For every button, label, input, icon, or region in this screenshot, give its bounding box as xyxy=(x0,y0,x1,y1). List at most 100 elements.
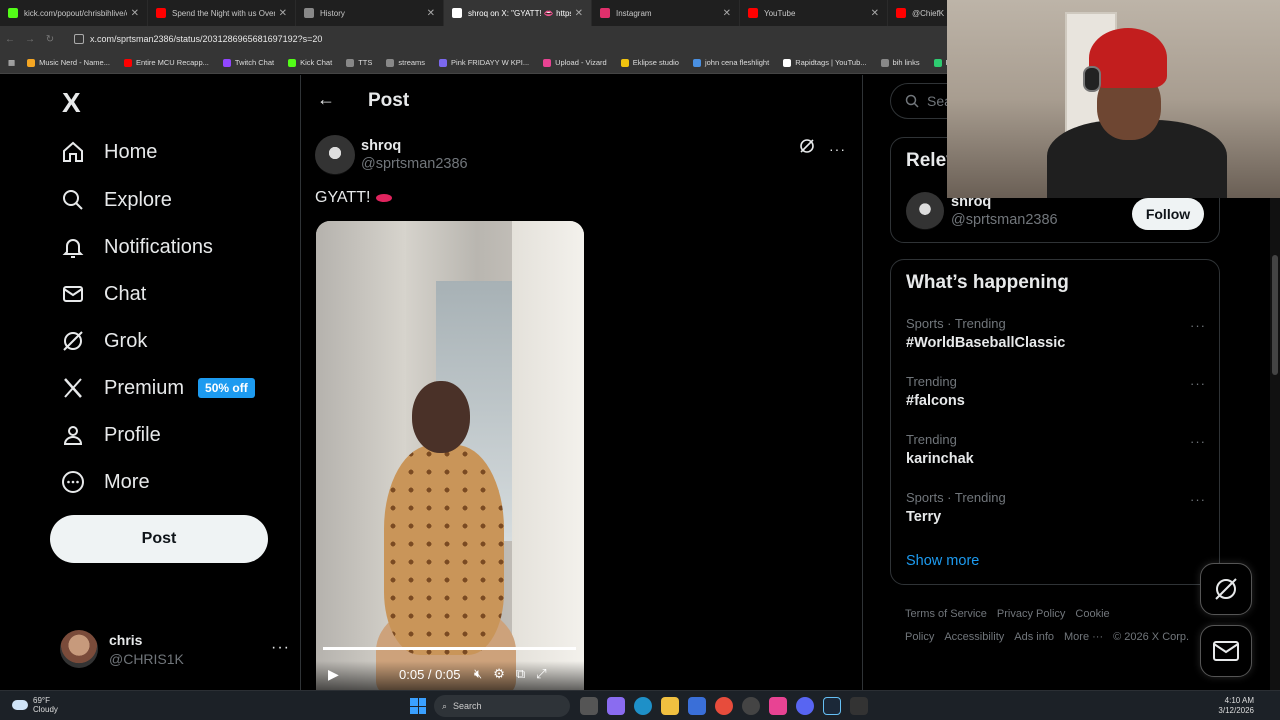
fullscreen-icon[interactable]: ⤢ xyxy=(536,666,546,682)
trend-item[interactable]: Sports · Trending Terry ··· xyxy=(906,490,1206,525)
author-name[interactable]: shroq xyxy=(361,138,468,154)
copilot-icon[interactable] xyxy=(607,697,625,715)
store-icon[interactable] xyxy=(688,697,706,715)
trend-item[interactable]: Trending #falcons ··· xyxy=(906,374,1206,409)
show-more-link[interactable]: Show more xyxy=(906,553,979,569)
bookmark-label: john cena fleshlight xyxy=(704,58,770,67)
more-dots-icon[interactable]: ··· xyxy=(1190,434,1206,449)
avatar[interactable] xyxy=(906,192,944,230)
relevant-user-handle[interactable]: @sprtsman2386 xyxy=(951,212,1058,228)
bookmark-item[interactable]: Pink FRIDAYY W KPI... xyxy=(439,58,529,67)
nav-item-grok[interactable]: Grok xyxy=(60,321,147,361)
forward-icon[interactable]: → xyxy=(20,34,40,45)
url-field[interactable]: x.com/sprtsman2386/status/20312869656816… xyxy=(74,34,322,44)
bookmark-item[interactable]: Kick Chat xyxy=(288,58,332,67)
browser-tab[interactable]: kick.com/popout/chrisbihlive/c ✕ xyxy=(0,0,148,26)
mute-icon[interactable]: 🔇︎ xyxy=(474,666,482,682)
follow-button[interactable]: Follow xyxy=(1132,198,1204,230)
bookmark-item[interactable]: Rapidtags | YouTub... xyxy=(783,58,867,67)
bookmark-item[interactable]: Music Nerd - Name... xyxy=(27,58,110,67)
file-explorer-icon[interactable] xyxy=(661,697,679,715)
steam-icon[interactable] xyxy=(823,697,841,715)
grok-float-button[interactable] xyxy=(1200,563,1252,615)
obs-icon[interactable] xyxy=(742,697,760,715)
back-arrow-icon[interactable]: ← xyxy=(317,89,335,110)
nav-item-explore[interactable]: Explore xyxy=(60,180,172,220)
x-icon xyxy=(60,375,86,401)
weather-widget[interactable]: 69°F Cloudy xyxy=(12,696,58,714)
left-navigation: X Home Explore Notifications Chat Grok Premiu… xyxy=(40,75,300,690)
close-icon[interactable]: ✕ xyxy=(723,8,731,19)
close-icon[interactable]: ✕ xyxy=(575,8,583,19)
url-text[interactable]: x.com/sprtsman2386/status/20312869656816… xyxy=(90,34,322,44)
close-icon[interactable]: ✕ xyxy=(871,8,879,19)
bookmark-favicon-icon xyxy=(288,58,297,67)
app-icon[interactable] xyxy=(769,697,787,715)
nav-item-home[interactable]: Home xyxy=(60,132,157,172)
footer-link[interactable]: Terms of Service xyxy=(905,608,987,620)
author-handle[interactable]: @sprtsman2386 xyxy=(361,156,468,172)
footer-link[interactable]: © 2026 X Corp. xyxy=(1113,631,1189,643)
scroll-thumb[interactable] xyxy=(1272,255,1278,375)
bookmark-label: Pink FRIDAYY W KPI... xyxy=(451,58,530,67)
nav-item-chat[interactable]: Chat xyxy=(60,274,146,314)
bookmark-item[interactable]: TTS xyxy=(346,58,372,67)
pip-icon[interactable]: ⧉ xyxy=(516,666,525,682)
video-player[interactable]: ▶ 0:05 / 0:05 🔇︎ ⚙ ⧉ ⤢ xyxy=(316,221,584,690)
bookmark-item[interactable]: Entire MCU Recapp... xyxy=(123,58,209,67)
browser-tab[interactable]: shroq on X: "GYATT! 👄 https:/ ✕ xyxy=(444,0,592,26)
account-switcher[interactable]: chris @CHRIS1K ··· xyxy=(60,627,290,671)
video-progress-bar[interactable] xyxy=(323,647,576,650)
chrome-icon[interactable] xyxy=(715,697,733,715)
windows-start-icon[interactable] xyxy=(410,698,426,714)
author-avatar[interactable] xyxy=(315,135,355,175)
trend-item[interactable]: Sports · Trending #WorldBaseballClassic ··… xyxy=(906,316,1206,351)
footer-link[interactable]: Privacy Policy xyxy=(997,608,1065,620)
discord-icon[interactable] xyxy=(796,697,814,715)
browser-tab[interactable]: Spend the Night with us Overn ✕ xyxy=(148,0,296,26)
footer-link[interactable]: Ads info xyxy=(1014,631,1054,643)
close-icon[interactable]: ✕ xyxy=(427,8,435,19)
task-view-icon[interactable] xyxy=(580,697,598,715)
footer-link[interactable]: Accessibility xyxy=(944,631,1004,643)
nav-item-profile[interactable]: Profile xyxy=(60,415,161,455)
bookmark-item[interactable]: streams xyxy=(386,58,425,67)
messages-float-button[interactable] xyxy=(1200,625,1252,677)
post-author[interactable]: shroq @sprtsman2386 xyxy=(315,135,468,175)
play-icon[interactable]: ▶ xyxy=(328,666,339,683)
close-icon[interactable]: ✕ xyxy=(279,8,287,19)
more-dots-icon[interactable]: ··· xyxy=(1190,318,1206,333)
taskbar-clock[interactable]: 4:10 AM 3/12/2026 xyxy=(1218,696,1254,716)
site-info-icon[interactable] xyxy=(74,34,84,44)
bookmark-item[interactable]: Upload - Vizard xyxy=(543,58,607,67)
post-button[interactable]: Post xyxy=(50,515,268,563)
bookmark-item[interactable]: Eklipse studio xyxy=(620,58,679,67)
browser-tab[interactable]: Instagram ✕ xyxy=(592,0,740,26)
trend-item[interactable]: Trending karinchak ··· xyxy=(906,432,1206,467)
edge-icon[interactable] xyxy=(634,697,652,715)
browser-tab[interactable]: History ✕ xyxy=(296,0,444,26)
bookmark-item[interactable]: bih links xyxy=(880,58,920,67)
video-progress-fill xyxy=(323,647,576,650)
more-dots-icon[interactable]: ··· xyxy=(271,639,290,657)
bookmark-item[interactable]: john cena fleshlight xyxy=(692,58,770,67)
x-logo-icon[interactable]: X xyxy=(62,87,81,119)
app-icon[interactable] xyxy=(850,697,868,715)
browser-tab[interactable]: YouTube ✕ xyxy=(740,0,888,26)
nav-item-premium[interactable]: Premium 50% off xyxy=(60,368,255,408)
back-icon[interactable]: ← xyxy=(0,34,20,45)
reload-icon[interactable]: ↻ xyxy=(40,34,60,45)
grok-icon[interactable] xyxy=(799,138,815,159)
search-icon xyxy=(60,187,86,213)
settings-gear-icon[interactable]: ⚙ xyxy=(493,666,505,682)
close-icon[interactable]: ✕ xyxy=(131,8,139,19)
more-dots-icon[interactable]: ··· xyxy=(829,141,846,157)
more-dots-icon[interactable]: ··· xyxy=(1190,492,1206,507)
apps-icon[interactable]: ▦ xyxy=(8,58,15,67)
nav-item-more[interactable]: More xyxy=(60,462,150,502)
taskbar-search[interactable]: ⌕ Search xyxy=(434,695,570,717)
footer-link[interactable]: More ··· xyxy=(1064,631,1103,643)
bookmark-item[interactable]: Twitch Chat xyxy=(222,58,274,67)
more-dots-icon[interactable]: ··· xyxy=(1190,376,1206,391)
nav-item-notifications[interactable]: Notifications xyxy=(60,227,213,267)
